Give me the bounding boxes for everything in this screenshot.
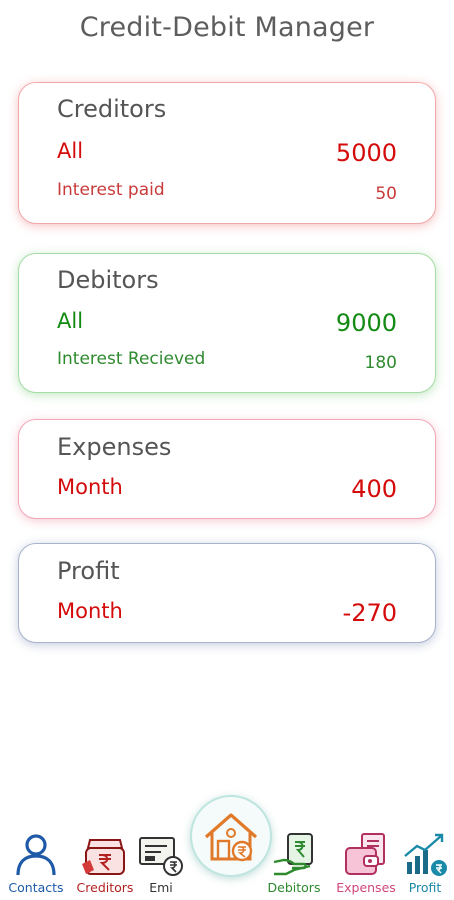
expenses-card[interactable]: Expenses Month 400	[18, 419, 436, 519]
nav-debitors-label: Debitors	[267, 880, 321, 895]
nav-emi[interactable]: Emi	[136, 830, 186, 895]
nav-profit-label: Profit	[408, 880, 442, 895]
house-rupee-icon	[204, 813, 258, 862]
nav-expenses-label: Expenses	[336, 880, 396, 895]
emi-card-icon	[139, 837, 183, 876]
profit-title: Profit	[57, 557, 120, 585]
expenses-month-value: 400	[351, 475, 397, 503]
debitors-interest-label: Interest Recieved	[57, 349, 206, 369]
expenses-month-label: Month	[57, 475, 123, 499]
rupee-hand-icon	[273, 833, 313, 876]
wallet-bill-icon	[345, 833, 385, 875]
nav-expenses[interactable]: Expenses	[331, 830, 401, 895]
growth-chart-icon	[404, 833, 447, 876]
creditors-card[interactable]: Creditors All 5000 Interest paid 50	[18, 82, 436, 224]
nav-creditors-label: Creditors	[76, 880, 134, 895]
debitors-title: Debitors	[57, 266, 159, 294]
creditors-title: Creditors	[57, 95, 167, 123]
creditors-all-label: All	[57, 139, 84, 163]
debitors-all-label: All	[57, 309, 84, 333]
debitors-all-value: 9000	[335, 309, 397, 337]
creditors-interest-label: Interest paid	[57, 180, 165, 200]
nav-creditors[interactable]: Creditors	[72, 830, 138, 895]
person-icon	[16, 834, 56, 876]
nav-contacts-label: Contacts	[8, 880, 64, 895]
creditors-interest-value: 50	[375, 184, 397, 204]
profit-card[interactable]: Profit Month -270	[18, 543, 436, 643]
nav-profit[interactable]: Profit	[400, 830, 450, 895]
profit-month-value: -270	[342, 599, 397, 627]
debitors-interest-value: 180	[364, 353, 397, 373]
creditors-all-value: 5000	[335, 139, 397, 167]
debitors-card[interactable]: Debitors All 9000 Interest Recieved 180	[18, 253, 436, 393]
nav-contacts[interactable]: Contacts	[2, 830, 70, 895]
home-button[interactable]	[190, 795, 272, 877]
expenses-title: Expenses	[57, 433, 172, 461]
rupee-bag-icon	[82, 839, 125, 875]
profit-month-label: Month	[57, 599, 123, 623]
app-title: Credit-Debit Manager	[79, 12, 375, 43]
nav-emi-label: Emi	[149, 880, 173, 895]
